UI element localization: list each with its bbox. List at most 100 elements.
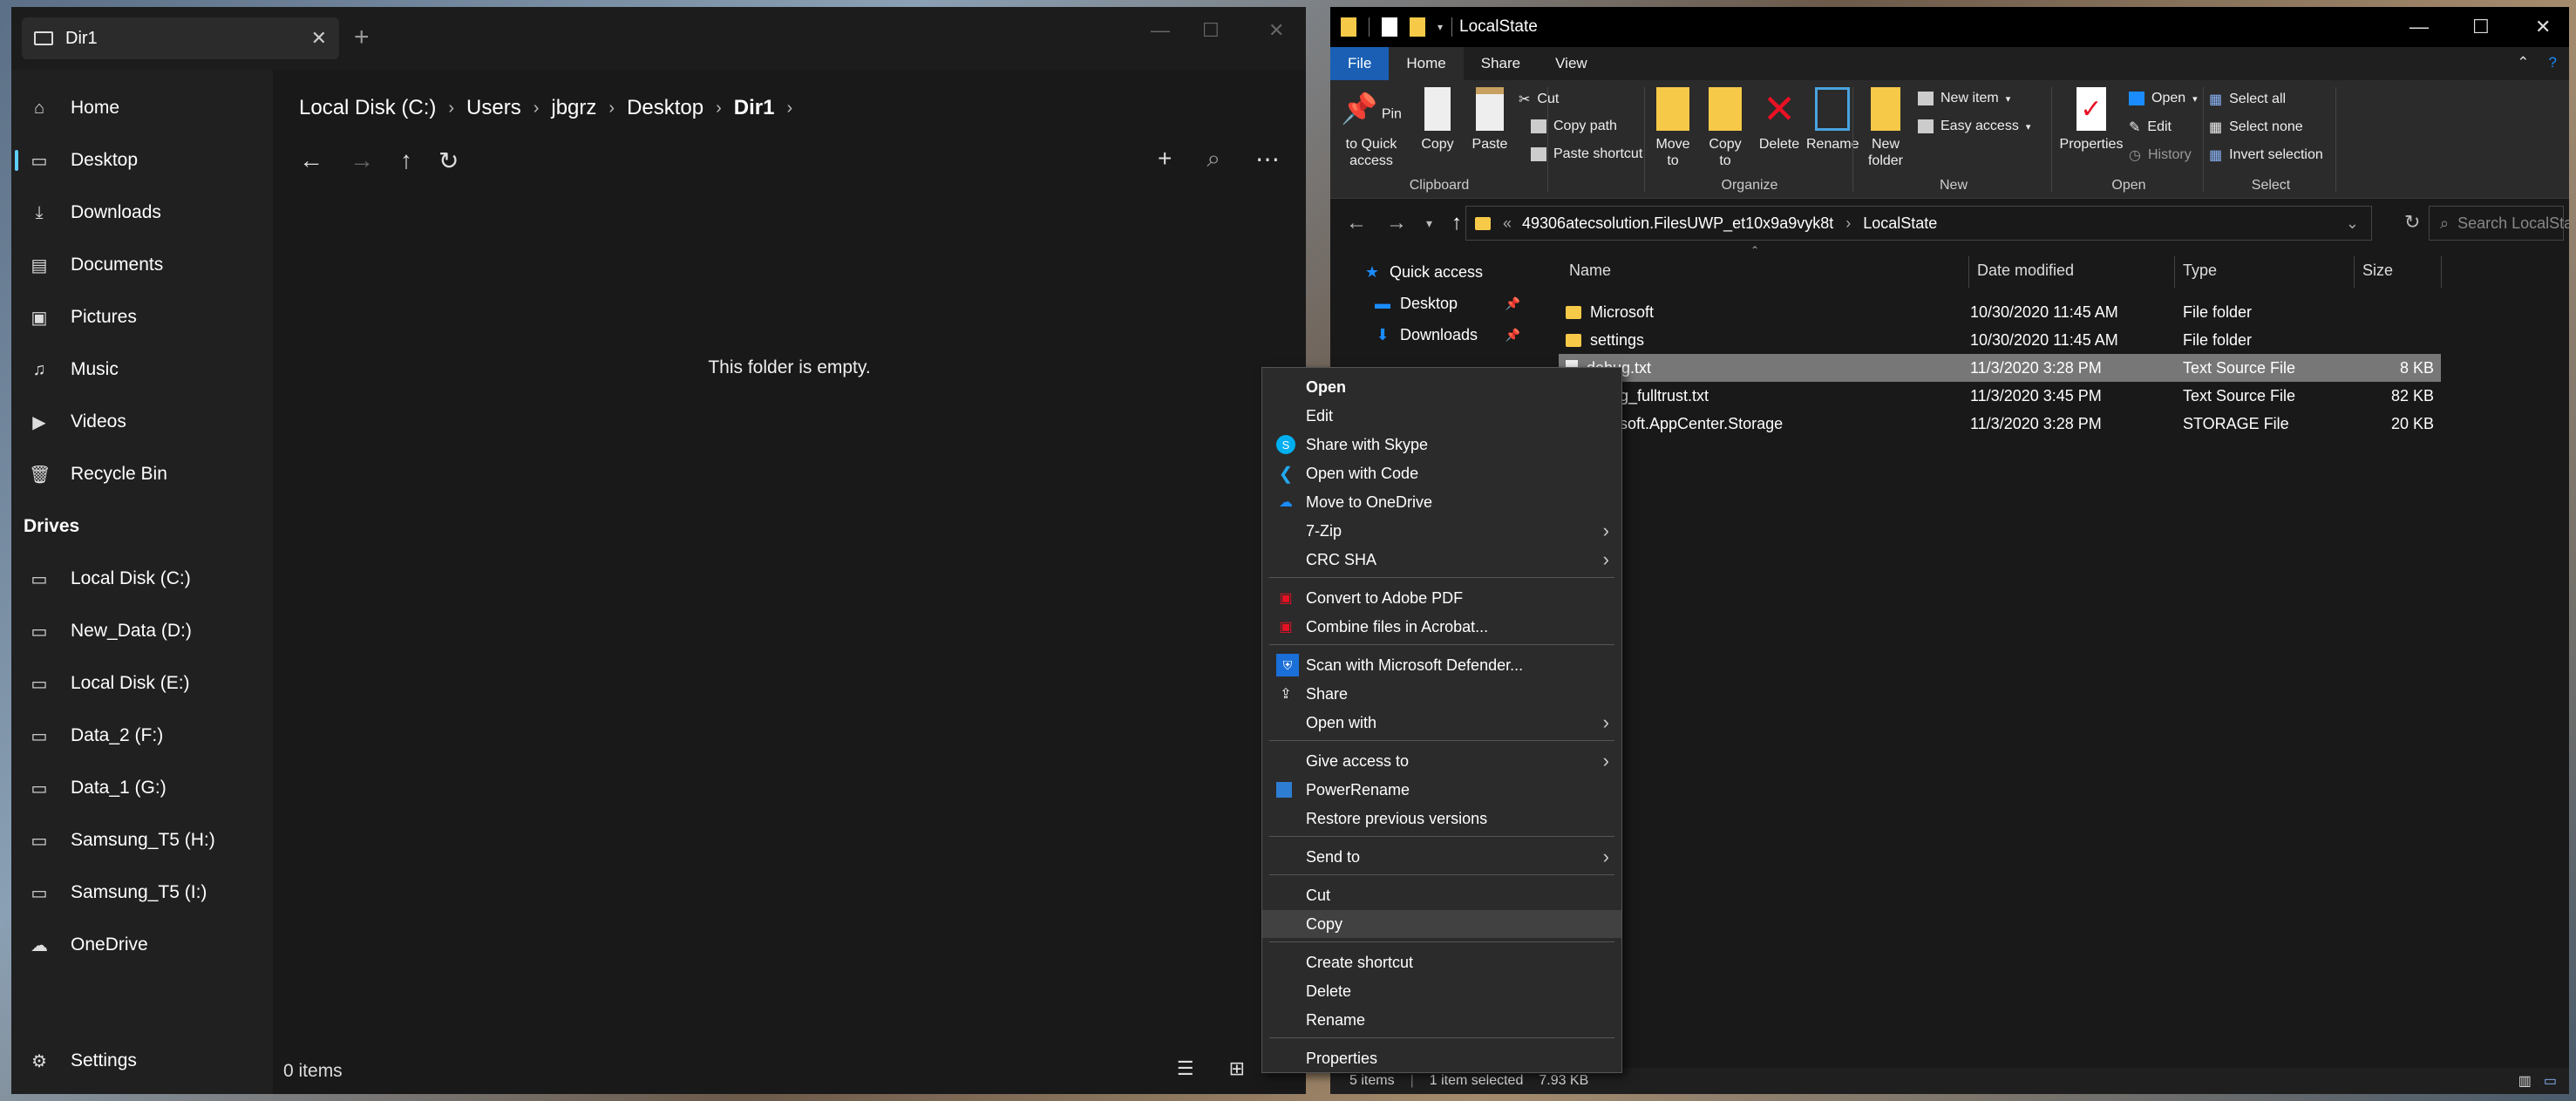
details-view-icon[interactable]: ▥: [2518, 1072, 2532, 1090]
customize-quick-access-icon[interactable]: ▾: [1438, 21, 1443, 33]
select-all-button[interactable]: ▦ Select all: [2209, 91, 2286, 108]
add-icon[interactable]: +: [1158, 145, 1172, 173]
address-bar[interactable]: « 49306atecsolution.FilesUWP_et10x9a9vyk…: [1465, 206, 2372, 241]
chevron-right-icon[interactable]: ›: [786, 99, 792, 119]
menu-item-send-to[interactable]: Send to ›: [1262, 843, 1621, 871]
paste-shortcut-button[interactable]: Paste shortcut: [1531, 146, 1642, 162]
cut-button[interactable]: ✂ Cut: [1519, 91, 1559, 108]
copy-button[interactable]: Copy: [1416, 87, 1459, 153]
tab-home[interactable]: Home: [1389, 47, 1464, 80]
paste-button[interactable]: Paste: [1468, 87, 1512, 153]
sidebar-item-documents[interactable]: ▤ Documents: [11, 239, 273, 291]
more-icon[interactable]: ⋯: [1255, 145, 1280, 173]
sidebar-item-videos[interactable]: ▶ Videos: [11, 396, 273, 448]
close-window-icon[interactable]: ✕: [1268, 19, 1284, 42]
new-item-button[interactable]: New item ▾: [1918, 91, 2010, 106]
rename-button[interactable]: Rename: [1806, 87, 1859, 153]
sidebar-item-drive-i[interactable]: ▭ Samsung_T5 (I:): [11, 867, 273, 919]
menu-item-combine-files-acrobat[interactable]: ▣ Combine files in Acrobat...: [1262, 613, 1621, 641]
menu-item-cut[interactable]: Cut: [1262, 881, 1621, 909]
address-segment[interactable]: 49306atecsolution.FilesUWP_et10x9a9vyk8t: [1522, 214, 1833, 233]
properties-button[interactable]: ✓ Properties: [2059, 87, 2124, 153]
file-row[interactable]: ug_fulltrust.txt 11/3/2020 3:45 PM Text …: [1559, 382, 2441, 410]
back-arrow-icon[interactable]: ←: [299, 146, 323, 175]
breadcrumb-item-current[interactable]: Dir1: [734, 96, 775, 120]
address-overflow[interactable]: «: [1503, 214, 1512, 233]
copy-path-button[interactable]: Copy path: [1531, 119, 1617, 134]
sidebar-item-drive-f[interactable]: ▭ Data_2 (F:): [11, 710, 273, 762]
search-input[interactable]: ⌕ Search LocalState: [2429, 206, 2569, 241]
sidebar-item-recycle-bin[interactable]: 🗑 Recycle Bin: [11, 448, 273, 500]
breadcrumb-item[interactable]: Local Disk (C:): [299, 96, 436, 120]
new-folder-button[interactable]: New folder: [1864, 87, 1907, 169]
file-row-selected[interactable]: debug.txt 11/3/2020 3:28 PM Text Source …: [1559, 354, 2441, 382]
new-tab-button[interactable]: +: [354, 23, 370, 52]
tab-dir1[interactable]: Dir1 ✕: [22, 17, 339, 59]
menu-item-edit[interactable]: Edit: [1262, 402, 1621, 430]
chevron-right-icon[interactable]: ›: [1845, 214, 1851, 233]
menu-item-copy[interactable]: Copy: [1262, 910, 1621, 938]
menu-item-open-with[interactable]: Open with ›: [1262, 709, 1621, 737]
forward-arrow-icon[interactable]: →: [350, 146, 374, 175]
sidebar-item-drive-c[interactable]: ▭ Local Disk (C:): [11, 553, 273, 605]
menu-item-give-access-to[interactable]: Give access to ›: [1262, 747, 1621, 775]
edit-button[interactable]: ✎ Edit: [2129, 119, 2172, 136]
menu-item-rename[interactable]: Rename: [1262, 1006, 1621, 1034]
sidebar-item-home[interactable]: ⌂ Home: [11, 82, 273, 134]
breadcrumb-item[interactable]: Users: [466, 96, 521, 120]
new-folder-quick-icon[interactable]: [1410, 17, 1425, 37]
file-row[interactable]: Microsoft 10/30/2020 11:45 AM File folde…: [1559, 298, 2441, 326]
sidebar-item-desktop[interactable]: ▭ Desktop: [11, 134, 273, 187]
menu-item-move-to-onedrive[interactable]: ☁ Move to OneDrive: [1262, 488, 1621, 516]
sidebar-item-onedrive[interactable]: ☁ OneDrive: [11, 919, 273, 971]
menu-item-powerrename[interactable]: PowerRename: [1262, 776, 1621, 804]
help-icon[interactable]: ?: [2549, 54, 2557, 71]
address-segment[interactable]: LocalState: [1863, 214, 1937, 233]
maximize-icon[interactable]: ☐: [1202, 19, 1220, 42]
easy-access-button[interactable]: Easy access ▾: [1918, 119, 2030, 134]
sidebar-item-music[interactable]: ♫ Music: [11, 343, 273, 396]
invert-selection-button[interactable]: ▦ Invert selection: [2209, 146, 2323, 164]
details-view-icon[interactable]: ☰: [1177, 1057, 1194, 1080]
file-row[interactable]: osoft.AppCenter.Storage 11/3/2020 3:28 P…: [1559, 410, 2441, 438]
column-name[interactable]: Name: [1569, 262, 1611, 280]
refresh-icon[interactable]: ↻: [438, 146, 459, 175]
sidebar-item-drive-h[interactable]: ▭ Samsung_T5 (H:): [11, 814, 273, 867]
drives-header[interactable]: Drives: [11, 500, 273, 553]
collapse-ribbon-icon[interactable]: ⌃: [2517, 54, 2529, 71]
close-tab-icon[interactable]: ✕: [311, 27, 327, 50]
forward-arrow-icon[interactable]: →: [1386, 211, 1407, 235]
nav-item-desktop[interactable]: ▬ Desktop 📌: [1330, 288, 1539, 319]
pin-to-quick-access-button[interactable]: 📌 Pin to Quick access: [1336, 87, 1407, 169]
maximize-icon[interactable]: ☐: [2472, 16, 2490, 38]
select-none-button[interactable]: ▦ Select none: [2209, 119, 2303, 136]
close-window-icon[interactable]: ✕: [2535, 16, 2551, 38]
column-date-modified[interactable]: Date modified: [1977, 262, 2074, 280]
history-button[interactable]: ◷ History: [2129, 146, 2192, 164]
menu-item-crc-sha[interactable]: CRC SHA ›: [1262, 546, 1621, 574]
column-size[interactable]: Size: [2362, 262, 2393, 280]
sidebar-item-downloads[interactable]: ⤓ Downloads: [11, 187, 273, 239]
minimize-icon[interactable]: —: [2409, 16, 2429, 38]
file-row[interactable]: settings 10/30/2020 11:45 AM File folder: [1559, 326, 2441, 354]
recent-locations-icon[interactable]: ▾: [1426, 211, 1432, 235]
move-to-button[interactable]: Move to: [1651, 87, 1695, 169]
menu-item-scan-with-defender[interactable]: ⛨ Scan with Microsoft Defender...: [1262, 651, 1621, 679]
breadcrumb-item[interactable]: jbgrz: [551, 96, 596, 120]
properties-quick-icon[interactable]: [1382, 17, 1397, 37]
grid-view-icon[interactable]: ⊞: [1229, 1057, 1245, 1080]
menu-item-open[interactable]: Open: [1262, 373, 1621, 401]
tab-share[interactable]: Share: [1464, 47, 1538, 80]
back-arrow-icon[interactable]: ←: [1346, 211, 1367, 235]
menu-item-properties[interactable]: Properties: [1262, 1044, 1621, 1072]
sidebar-item-drive-e[interactable]: ▭ Local Disk (E:): [11, 657, 273, 710]
sidebar-item-drive-g[interactable]: ▭ Data_1 (G:): [11, 762, 273, 814]
menu-item-7zip[interactable]: 7-Zip ›: [1262, 517, 1621, 545]
copy-to-button[interactable]: Copy to: [1703, 87, 1747, 169]
sidebar-item-pictures[interactable]: ▣ Pictures: [11, 291, 273, 343]
menu-item-convert-to-adobe-pdf[interactable]: ▣ Convert to Adobe PDF: [1262, 584, 1621, 612]
menu-item-create-shortcut[interactable]: Create shortcut: [1262, 948, 1621, 976]
minimize-icon[interactable]: —: [1151, 19, 1170, 42]
menu-item-restore-previous-versions[interactable]: Restore previous versions: [1262, 805, 1621, 833]
nav-item-quick-access[interactable]: ★ Quick access: [1330, 256, 1539, 288]
